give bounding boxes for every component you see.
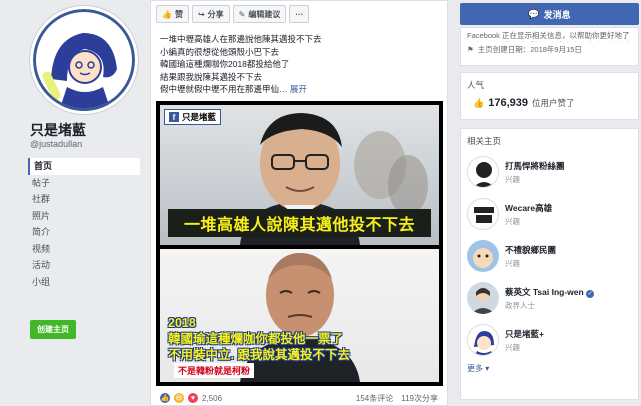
related-page-item[interactable]: Wecare高雄 兴趣 xyxy=(461,193,638,235)
page-transparency-box: Facebook 正在显示相关信息，以帮助你更好地了解主页的目的。查看管理和发布… xyxy=(460,27,639,66)
related-page-name-text: 蔡英文 Tsai Ing-wen xyxy=(505,286,584,297)
thumbs-up-icon: 👍 xyxy=(162,9,172,19)
share-label: 分享 xyxy=(207,9,224,19)
related-page-thumbnail xyxy=(467,240,499,272)
likes-section-title: 人气 xyxy=(467,80,485,90)
cartoon-face-icon xyxy=(473,248,493,268)
related-page-thumbnail xyxy=(467,282,499,314)
comment-count-link[interactable]: 154条评论 xyxy=(356,393,393,404)
page-likes-box: 人气 👍 176,939 位用户赞了 xyxy=(460,72,639,120)
send-message-label: 发消息 xyxy=(543,9,571,20)
meme-caption-red: 不是韓粉就是柯粉 xyxy=(174,363,255,378)
love-reaction-icon: ♥ xyxy=(188,393,198,403)
caption-year: 2018 xyxy=(168,316,196,330)
nav-item-videos[interactable]: 视频 xyxy=(28,241,140,258)
related-section-title: 相关主页 xyxy=(467,136,502,146)
transparency-text: Facebook 正在显示相关信息，以帮助你更好地了解主页的目的。查看管理和发布… xyxy=(467,31,632,42)
post-stats: 154条评论 119次分享 xyxy=(356,393,438,404)
related-page-name[interactable]: 蔡英文 Tsai Ing-wen ✓ xyxy=(505,286,595,298)
cartoon-avatar-icon xyxy=(474,331,494,355)
create-page-button[interactable]: 创建主页 xyxy=(30,320,76,339)
like-reaction-icon: 👍 xyxy=(160,393,170,403)
page-nav: 首页 帖子 社群 照片 简介 视频 活动 小组 xyxy=(28,158,140,290)
caption-line: 不用裝中立. 跟我說其邁投不下去 xyxy=(168,348,350,362)
post-line: 一堆中壢高雄人在那邊說他陳其邁投不下去 xyxy=(160,34,322,44)
verified-badge-icon: ✓ xyxy=(586,289,595,298)
related-page-category: 兴趣 xyxy=(505,216,520,226)
page-created-date: 主页创建日期：2018年9月15日 xyxy=(477,45,582,54)
facebook-icon: f xyxy=(169,112,179,122)
post-line: 假中壢就假中壢不用在那邊甲仙… xyxy=(160,84,288,95)
suggest-edit-label: 编辑建议 xyxy=(248,9,281,19)
nav-item-posts[interactable]: 帖子 xyxy=(28,175,140,192)
nav-item-photos[interactable]: 照片 xyxy=(28,208,140,225)
more-label: 更多 xyxy=(467,364,483,373)
haha-reaction-icon: 😆 xyxy=(174,393,184,403)
share-count-link[interactable]: 119次分享 xyxy=(401,393,438,404)
related-page-thumbnail xyxy=(467,198,499,230)
pencil-icon: ✎ xyxy=(238,9,246,19)
send-message-button[interactable]: 💬 发消息 xyxy=(460,3,639,25)
related-page-item[interactable]: 蔡英文 Tsai Ing-wen ✓ 政界人士 xyxy=(461,277,638,319)
nav-item-groups[interactable]: 小组 xyxy=(28,274,140,291)
logo-mark-icon xyxy=(474,207,494,223)
portrait-silhouette-icon xyxy=(473,162,495,187)
caption-line: 韓國瑜這種爛咖你都投他一票了 xyxy=(168,332,344,346)
related-page-name[interactable]: Wecare高雄 xyxy=(505,202,552,214)
share-page-button[interactable]: ↪ 分享 xyxy=(191,5,230,23)
share-icon: ↪ xyxy=(197,9,205,19)
left-column: 只是堵藍 @justadullan 首页 帖子 社群 照片 简介 视频 活动 小… xyxy=(0,0,148,406)
likes-label: 位用户赞了 xyxy=(531,98,575,108)
reaction-summary[interactable]: 👍 😆 ♥ 2,506 xyxy=(160,393,222,403)
related-page-name[interactable]: 不禮貌鄉民團 xyxy=(505,244,556,256)
related-page-name[interactable]: 打馬悍將粉絲團 xyxy=(505,160,565,172)
likes-count: 176,939 xyxy=(488,97,528,109)
meme-panel-bottom: 2018 韓國瑜這種爛咖你都投他一票了 不用裝中立. 跟我說其邁投不下去 不是韓… xyxy=(160,249,439,382)
related-page-thumbnail xyxy=(467,324,499,356)
page-handle: @justadullan xyxy=(30,139,83,149)
suggest-edit-button[interactable]: ✎ 编辑建议 xyxy=(232,5,287,23)
portrait-photo-icon xyxy=(471,288,495,314)
related-page-name[interactable]: 只是堵藍+ xyxy=(505,328,544,340)
meme-panel-top: f 只是堵藍 一堆高雄人說陳其邁他投不下去 xyxy=(160,105,439,245)
page-watermark-tag: f 只是堵藍 xyxy=(164,109,222,125)
nav-item-about[interactable]: 简介 xyxy=(28,224,140,241)
related-page-category: 兴趣 xyxy=(505,342,520,352)
messenger-icon: 💬 xyxy=(528,8,540,19)
nav-item-community[interactable]: 社群 xyxy=(28,191,140,208)
reaction-count: 2,506 xyxy=(202,393,223,403)
nav-item-events[interactable]: 活动 xyxy=(28,257,140,274)
related-page-category: 兴趣 xyxy=(505,174,520,184)
chevron-down-icon: ▾ xyxy=(485,364,490,373)
like-page-button[interactable]: 👍 赞 xyxy=(156,5,189,23)
post-image[interactable]: f 只是堵藍 一堆高雄人說陳其邁他投不下去 2018 韓國瑜這種爛咖你都投他一票… xyxy=(156,101,443,386)
like-icon: 👍 xyxy=(473,97,485,108)
see-more-link[interactable]: 展开 xyxy=(290,84,307,94)
see-more-related-link[interactable]: 更多 ▾ xyxy=(461,361,638,376)
post-line: 小編真的很想從他頭殼小巴下去 xyxy=(160,46,280,57)
meme-caption-top: 一堆高雄人說陳其邁他投不下去 xyxy=(168,209,431,237)
related-page-item[interactable]: 只是堵藍+ 兴趣 xyxy=(461,319,638,361)
post-card: 👍 赞 ↪ 分享 ✎ 编辑建议 ··· 一堆中壢高雄人在那邊說他陳其邁投不下去 … xyxy=(150,0,448,406)
related-page-item[interactable]: 不禮貌鄉民團 兴趣 xyxy=(461,235,638,277)
page-avatar[interactable] xyxy=(30,6,138,114)
right-column: 💬 发消息 Facebook 正在显示相关信息，以帮助你更好地了解主页的目的。查… xyxy=(456,0,641,406)
related-page-thumbnail xyxy=(467,156,499,188)
related-pages-box: 相关主页 打馬悍將粉絲團 兴趣 Wecare高雄 兴趣 不禮貌鄉民團 兴趣 蔡英… xyxy=(460,128,639,400)
related-page-item[interactable]: 打馬悍將粉絲團 兴趣 xyxy=(461,151,638,193)
more-options-button[interactable]: ··· xyxy=(289,5,310,23)
post-body: 一堆中壢高雄人在那邊說他陳其邁投不下去 小編真的很想從他頭殼小巴下去 韓國瑜這種… xyxy=(160,33,440,96)
related-page-category: 政界人士 xyxy=(505,300,535,310)
related-page-category: 兴趣 xyxy=(505,258,520,268)
nav-item-home[interactable]: 首页 xyxy=(28,158,140,175)
page-title[interactable]: 只是堵藍 xyxy=(30,120,86,140)
flag-icon: ⚑ xyxy=(467,45,474,54)
post-line: 韓國瑜這種爛咖你2018都投給他了 xyxy=(160,59,290,70)
like-label: 赞 xyxy=(174,9,183,19)
post-toolbar: 👍 赞 ↪ 分享 ✎ 编辑建议 ··· xyxy=(156,5,310,23)
watermark-label: 只是堵藍 xyxy=(182,112,217,122)
post-line: 結果跟我說陳其邁投不下去 xyxy=(160,71,263,82)
meme-caption-bottom: 2018 韓國瑜這種爛咖你都投他一票了 不用裝中立. 跟我說其邁投不下去 xyxy=(168,315,350,363)
